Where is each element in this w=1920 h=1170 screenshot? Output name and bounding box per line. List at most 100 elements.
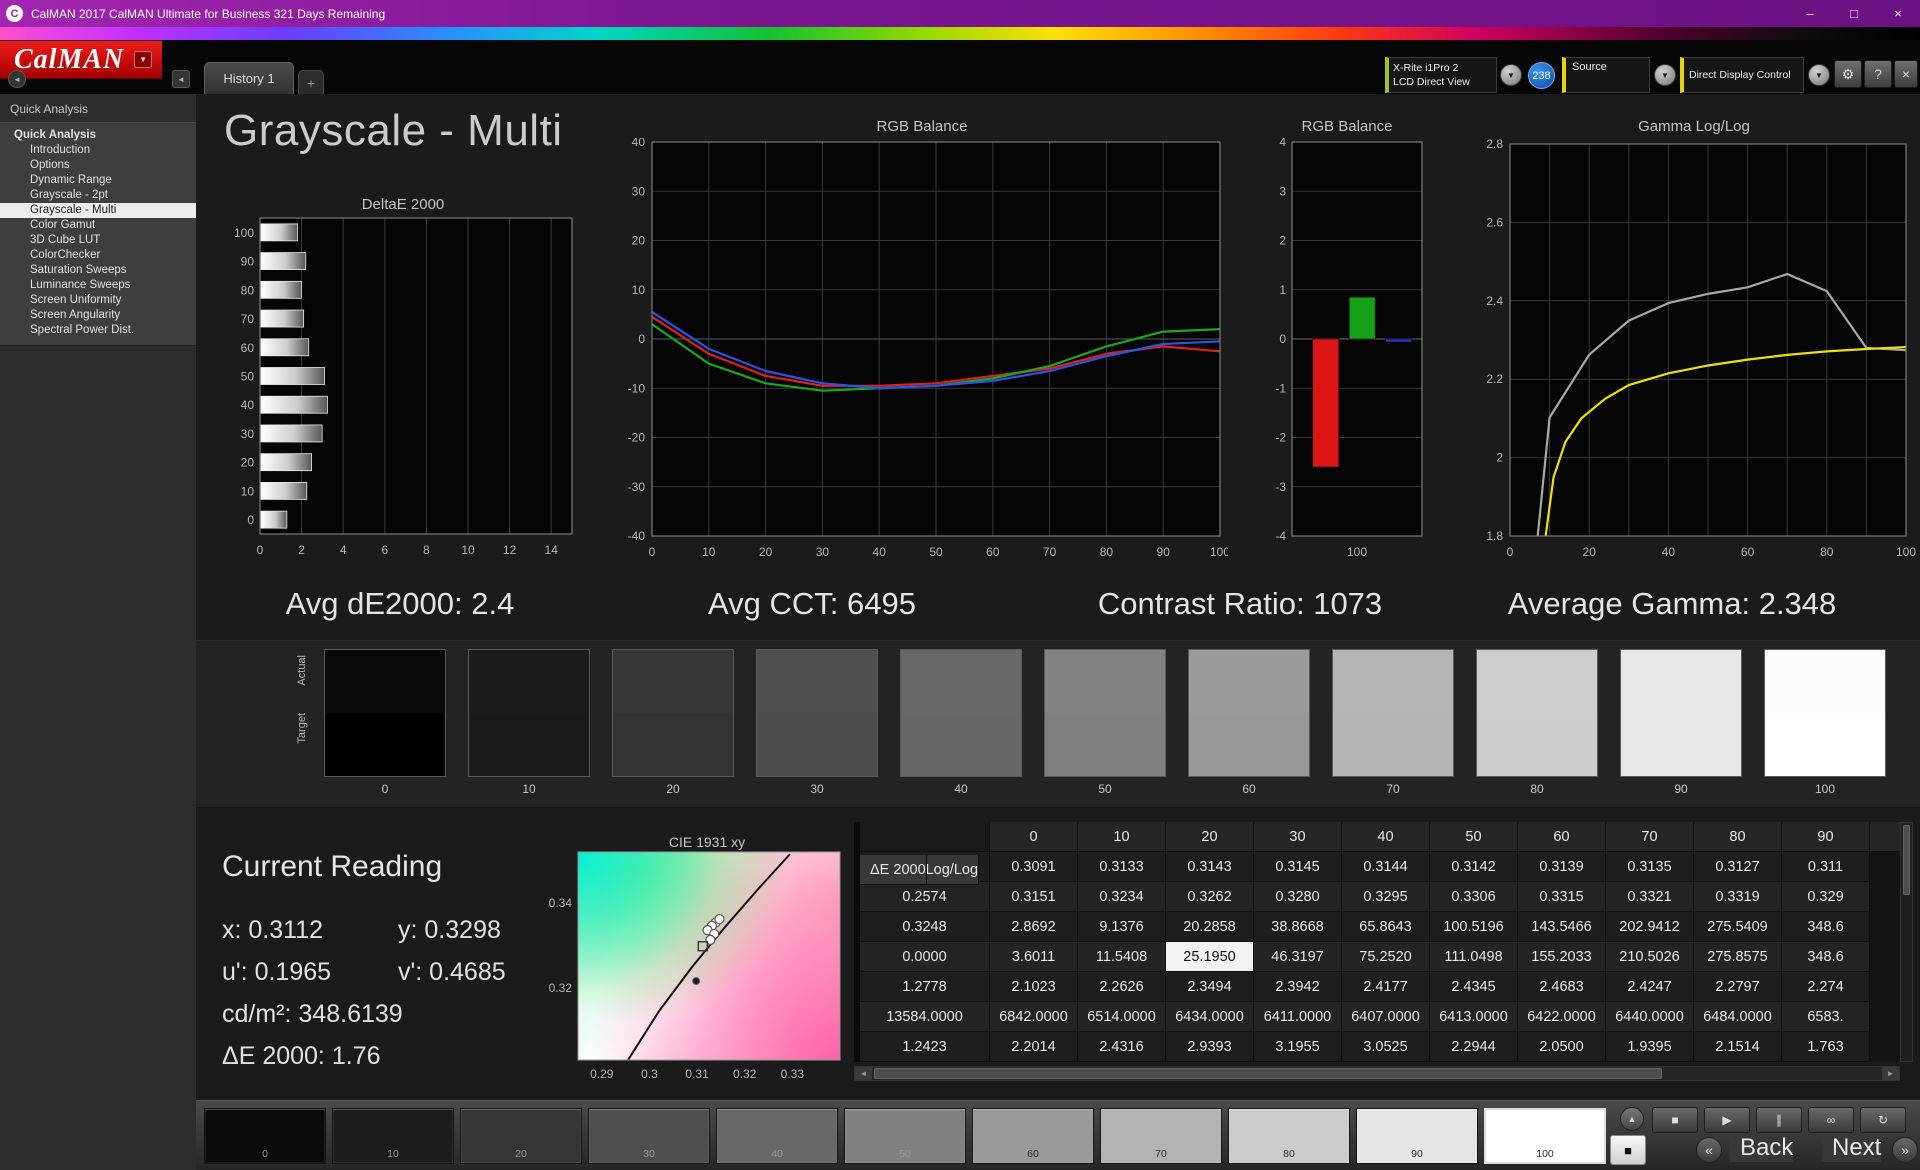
maximize-button[interactable]: □: [1832, 0, 1876, 27]
tree-item-luminance-sweeps[interactable]: Luminance Sweeps: [0, 278, 196, 293]
level-button-100[interactable]: 100: [1484, 1108, 1606, 1164]
transport-continuous-button[interactable]: ∞: [1808, 1107, 1854, 1133]
tree-item-introduction[interactable]: Introduction: [0, 143, 196, 158]
table-cell[interactable]: 0.3306: [1430, 882, 1518, 912]
table-cell[interactable]: 210.5026: [1606, 942, 1694, 972]
tab-history-1[interactable]: History 1: [204, 62, 294, 94]
table-cell[interactable]: 143.5466: [1518, 912, 1606, 942]
table-cell[interactable]: 6440.0000: [1606, 1002, 1694, 1032]
table-cell[interactable]: 2.8692: [990, 912, 1078, 942]
table-cell[interactable]: 0.3248: [860, 912, 990, 942]
table-cell[interactable]: 0.3127: [1694, 852, 1782, 882]
table-cell[interactable]: 2.4345: [1430, 972, 1518, 1002]
tree-item-3d-cube-lut[interactable]: 3D Cube LUT: [0, 233, 196, 248]
back-chevron-button[interactable]: «: [1696, 1137, 1722, 1163]
table-cell[interactable]: 2.3942: [1254, 972, 1342, 1002]
table-cell[interactable]: 6484.0000: [1694, 1002, 1782, 1032]
level-button-50[interactable]: 50: [844, 1108, 966, 1164]
table-cell[interactable]: 2.3494: [1166, 972, 1254, 1002]
back-button[interactable]: Back: [1730, 1134, 1793, 1162]
table-cell[interactable]: 2.2944: [1430, 1032, 1518, 1062]
table-cell[interactable]: 100.5196: [1430, 912, 1518, 942]
transport-play-button[interactable]: ▶: [1704, 1107, 1750, 1133]
settings-button[interactable]: ⚙: [1834, 60, 1862, 88]
table-cell[interactable]: 1.763: [1782, 1032, 1870, 1062]
panel-back-button[interactable]: ◄: [8, 70, 26, 88]
level-button-60[interactable]: 60: [972, 1108, 1094, 1164]
tree-item-options[interactable]: Options: [0, 158, 196, 173]
table-cell[interactable]: 6422.0000: [1518, 1002, 1606, 1032]
table-cell[interactable]: 0.2574: [860, 882, 990, 912]
display-control-dropdown-button[interactable]: ▼: [1808, 64, 1830, 86]
level-button-40[interactable]: 40: [716, 1108, 838, 1164]
tree-item-grayscale-2pt[interactable]: Grayscale - 2pt: [0, 188, 196, 203]
level-button-20[interactable]: 20: [460, 1108, 582, 1164]
sidebar-collapse-button[interactable]: ◄: [172, 70, 190, 88]
stop-measure-button[interactable]: ■: [1610, 1135, 1646, 1165]
table-cell[interactable]: 0.3295: [1342, 882, 1430, 912]
table-cell[interactable]: 3.0525: [1342, 1032, 1430, 1062]
level-button-30[interactable]: 30: [588, 1108, 710, 1164]
scroll-left-button[interactable]: ◄: [855, 1067, 872, 1080]
table-cell[interactable]: 0.3139: [1518, 852, 1606, 882]
table-vertical-scrollbar[interactable]: [1900, 822, 1913, 1062]
table-cell[interactable]: 2.2797: [1694, 972, 1782, 1002]
table-cell[interactable]: 9.1376: [1078, 912, 1166, 942]
table-cell[interactable]: 2.274: [1782, 972, 1870, 1002]
scroll-thumb[interactable]: [874, 1068, 1662, 1079]
logo-dropdown-icon[interactable]: ▼: [134, 51, 152, 68]
table-cell[interactable]: 348.6: [1782, 942, 1870, 972]
table-cell[interactable]: 2.2014: [990, 1032, 1078, 1062]
table-cell[interactable]: 6583.: [1782, 1002, 1870, 1032]
table-cell[interactable]: 0.3315: [1518, 882, 1606, 912]
display-control-selector[interactable]: Direct Display Control: [1680, 57, 1804, 93]
scroll-right-button[interactable]: ►: [1882, 1067, 1899, 1080]
table-cell[interactable]: 2.1023: [990, 972, 1078, 1002]
table-cell[interactable]: 0.3234: [1078, 882, 1166, 912]
next-button[interactable]: Next: [1822, 1134, 1881, 1162]
transport-refresh-button[interactable]: ↻: [1860, 1107, 1906, 1133]
scroll-track[interactable]: [872, 1067, 1882, 1080]
level-button-80[interactable]: 80: [1228, 1108, 1350, 1164]
table-cell[interactable]: 2.4316: [1078, 1032, 1166, 1062]
table-cell[interactable]: 2.0500: [1518, 1032, 1606, 1062]
tree-item-screen-uniformity[interactable]: Screen Uniformity: [0, 293, 196, 308]
table-cell[interactable]: 0.3135: [1606, 852, 1694, 882]
table-cell[interactable]: 0.3144: [1342, 852, 1430, 882]
table-cell[interactable]: 1.2778: [860, 972, 990, 1002]
transport-pause-button[interactable]: ∥: [1756, 1107, 1802, 1133]
source-selector[interactable]: Source: [1562, 57, 1650, 93]
meter-dropdown-button[interactable]: ▼: [1500, 64, 1522, 86]
table-cell-selected[interactable]: 25.1950: [1166, 942, 1254, 972]
table-cell[interactable]: 3.6011: [990, 942, 1078, 972]
table-cell[interactable]: 2.9393: [1166, 1032, 1254, 1062]
table-cell[interactable]: 6407.0000: [1342, 1002, 1430, 1032]
meter-selector[interactable]: X-Rite i1Pro 2 LCD Direct View: [1385, 57, 1497, 93]
table-cell[interactable]: 11.5408: [1078, 942, 1166, 972]
table-cell[interactable]: 75.2520: [1342, 942, 1430, 972]
table-cell[interactable]: 13584.0000: [860, 1002, 990, 1032]
tree-item-spectral-power-dist-[interactable]: Spectral Power Dist.: [0, 323, 196, 338]
table-cell[interactable]: 0.3280: [1254, 882, 1342, 912]
workflow-close-button[interactable]: ×: [1894, 60, 1918, 88]
table-cell[interactable]: 0.3321: [1606, 882, 1694, 912]
close-button[interactable]: ×: [1876, 0, 1920, 27]
table-cell[interactable]: 6514.0000: [1078, 1002, 1166, 1032]
add-tab-button[interactable]: +: [298, 70, 324, 94]
table-cell[interactable]: 2.4683: [1518, 972, 1606, 1002]
table-cell[interactable]: 0.3133: [1078, 852, 1166, 882]
tree-item-grayscale-multi[interactable]: Grayscale - Multi: [0, 203, 196, 218]
table-cell[interactable]: 348.6: [1782, 912, 1870, 942]
table-cell[interactable]: 202.9412: [1606, 912, 1694, 942]
table-cell[interactable]: 2.2626: [1078, 972, 1166, 1002]
table-cell[interactable]: 0.311: [1782, 852, 1870, 882]
tree-item-quick-analysis[interactable]: Quick Analysis: [0, 128, 196, 143]
table-cell[interactable]: 46.3197: [1254, 942, 1342, 972]
table-cell[interactable]: 0.3262: [1166, 882, 1254, 912]
table-cell[interactable]: 20.2858: [1166, 912, 1254, 942]
table-cell[interactable]: 111.0498: [1430, 942, 1518, 972]
table-cell[interactable]: 275.5409: [1694, 912, 1782, 942]
table-cell[interactable]: 0.3091: [990, 852, 1078, 882]
minimize-button[interactable]: –: [1788, 0, 1832, 27]
level-button-90[interactable]: 90: [1356, 1108, 1478, 1164]
